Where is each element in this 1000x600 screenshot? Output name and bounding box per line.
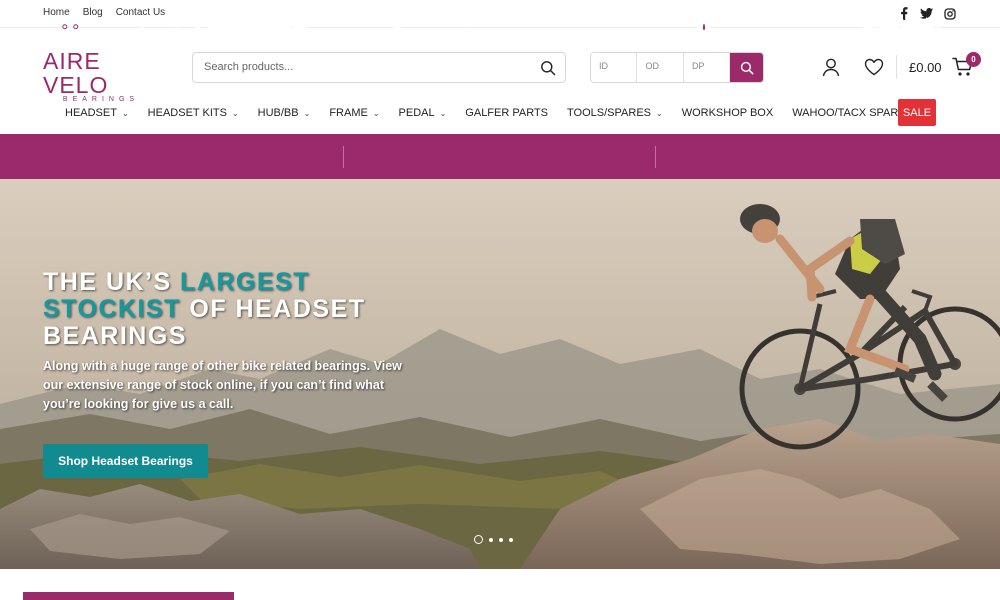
chevron-down-icon: ⌄ xyxy=(121,108,129,118)
nav-item-frame[interactable]: FRAME ⌄ xyxy=(329,104,379,122)
shipping-suffix: ** xyxy=(306,15,316,29)
slider-dot-3[interactable] xyxy=(499,537,503,542)
nav-label: HUB/BB xyxy=(257,107,299,119)
info-separator xyxy=(343,146,344,168)
bearing-dimension-search xyxy=(590,52,764,83)
b2b-bold: B2B Accounts Available xyxy=(722,15,859,29)
hero-heading-part: OF HEADSET xyxy=(180,295,366,323)
help-phone-text[interactable]: Call us on 0113 256 5676 xyxy=(483,15,619,29)
help-info: Need Help? Call us on 0113 256 5676 xyxy=(385,14,619,30)
nav-item-headset[interactable]: HEADSET ⌄ xyxy=(65,104,129,122)
shipping-bold: Same Day Shipping, xyxy=(89,15,205,29)
truck-icon xyxy=(61,14,81,30)
nav-label: WORKSHOP BOX xyxy=(681,107,774,119)
chevron-down-icon: ⌄ xyxy=(372,108,380,118)
dimension-id-cell xyxy=(591,53,639,82)
user-icon[interactable] xyxy=(821,57,841,77)
depth-input[interactable] xyxy=(691,61,732,71)
nav-label: TOOLS/SPARES xyxy=(567,107,651,119)
site-logo[interactable]: AIRE VELO BEARINGS xyxy=(43,49,155,103)
nav-item-galfer-parts[interactable]: GALFER PARTS xyxy=(465,104,548,122)
nav-item-tools-spares[interactable]: TOOLS/SPARES ⌄ xyxy=(567,104,663,122)
slider-dot-4[interactable] xyxy=(509,537,513,542)
header-divider xyxy=(896,55,897,79)
inner-diameter-input[interactable] xyxy=(599,61,639,71)
info-bar xyxy=(0,134,1000,179)
hero-heading-accent: LARGEST xyxy=(180,268,311,296)
logo-main-text: AIRE VELO xyxy=(43,48,109,98)
section-header-bar xyxy=(23,592,234,600)
chevron-down-icon: ⌄ xyxy=(656,108,663,118)
search-icon[interactable] xyxy=(540,60,556,76)
b2b-signup-link[interactable]: Sign Up Today xyxy=(863,15,941,29)
heart-icon[interactable] xyxy=(864,57,884,77)
phone-icon xyxy=(385,14,405,30)
chevron-down-icon: ⌄ xyxy=(231,108,239,118)
cart-count-badge: 0 xyxy=(966,52,981,67)
product-search xyxy=(192,52,566,83)
nav-label: PEDAL xyxy=(398,107,435,119)
b2b-user-icon xyxy=(694,14,714,31)
dimension-search-button[interactable] xyxy=(730,53,763,82)
slider-dot-1[interactable] xyxy=(474,535,483,544)
shop-headset-bearings-button[interactable]: Shop Headset Bearings xyxy=(43,444,208,478)
slider-pagination xyxy=(474,535,513,544)
nav-item-wahoo-tacx-spares[interactable]: WAHOO/TACX SPARES xyxy=(792,104,913,122)
dimension-dp-cell xyxy=(684,53,732,82)
shipping-info: Same Day Shipping, orders before 4pm ** xyxy=(61,14,316,30)
b2b-info: B2B Accounts Available Sign Up Today xyxy=(694,14,941,31)
hero-heading-accent: STOCKIST xyxy=(43,295,181,323)
slider-dot-2[interactable] xyxy=(489,537,493,542)
nav-label: FRAME xyxy=(329,107,368,119)
chevron-down-icon: ⌄ xyxy=(439,108,447,118)
cart-total[interactable]: £0.00 xyxy=(909,60,942,75)
hero-slider: THE UK’S LARGEST STOCKIST OF HEADSET BEA… xyxy=(0,179,1000,569)
help-bold: Need Help? xyxy=(413,15,480,29)
search-input[interactable] xyxy=(204,61,524,73)
nav-label: HEADSET KITS xyxy=(147,107,227,119)
chevron-down-icon: ⌄ xyxy=(303,108,311,118)
hero-heading-part: BEARINGS xyxy=(43,322,187,350)
instagram-icon[interactable] xyxy=(943,7,956,20)
hero-description: Along with a huge range of other bike re… xyxy=(43,359,402,411)
dimension-od-cell xyxy=(637,53,686,82)
nav-item-headset-kits[interactable]: HEADSET KITS ⌄ xyxy=(148,104,239,122)
nav-item-hub-bb[interactable]: HUB/BB ⌄ xyxy=(258,104,311,122)
nav-label: WAHOO/TACX SPARES xyxy=(792,107,913,119)
nav-item-pedal[interactable]: PEDAL ⌄ xyxy=(399,104,447,122)
search-icon xyxy=(740,61,754,74)
nav-item-workshop-box[interactable]: WORKSHOP BOX xyxy=(682,104,773,122)
nav-label: GALFER PARTS xyxy=(465,107,549,119)
hero-heading: THE UK’S LARGEST STOCKIST OF HEADSET BEA… xyxy=(43,269,383,350)
nav-item-sale[interactable]: SALE xyxy=(898,99,936,126)
info-separator xyxy=(655,146,656,168)
hero-heading-part: THE UK’S xyxy=(43,268,181,296)
outer-diameter-input[interactable] xyxy=(645,61,686,71)
shipping-link[interactable]: orders before 4pm xyxy=(208,15,306,29)
main-navigation: HEADSET ⌄ HEADSET KITS ⌄ HUB/BB ⌄ FRAME ⌄ PE… xyxy=(65,104,913,122)
nav-label: HEADSET xyxy=(65,107,117,119)
